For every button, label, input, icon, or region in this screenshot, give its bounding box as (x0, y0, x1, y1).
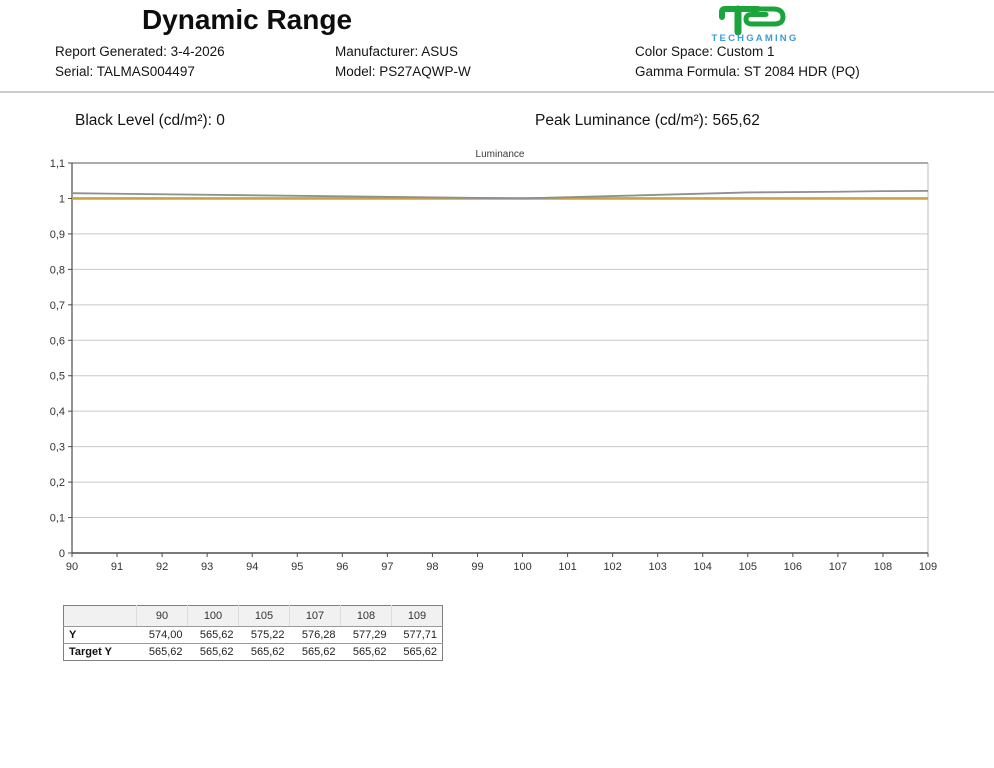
info-report-generated: Report Generated: 3-4-2026 (55, 42, 225, 62)
x-tick-label: 102 (603, 561, 621, 573)
results-table: 90100105107108109Y574,00565,62575,22576,… (63, 605, 443, 661)
table-header-cell: 108 (341, 606, 392, 627)
table-cell: 565,62 (188, 644, 239, 661)
table-cell: 576,28 (290, 627, 341, 644)
table-row: Target Y565,62565,62565,62565,62565,6256… (64, 644, 443, 661)
table-header-cell: 107 (290, 606, 341, 627)
x-tick-label: 108 (874, 561, 892, 573)
y-tick-label: 0,8 (50, 264, 65, 276)
table-header-row: 90100105107108109 (64, 606, 443, 627)
x-tick-label: 97 (381, 561, 393, 573)
table-cell: 577,29 (341, 627, 392, 644)
table-cell: 575,22 (239, 627, 290, 644)
x-tick-label: 101 (558, 561, 576, 573)
x-tick-label: 98 (426, 561, 438, 573)
report-info-middle: Manufacturer: ASUS Model: PS27AQWP-W (335, 42, 471, 82)
page-title: Dynamic Range (0, 4, 494, 36)
table-cell: 565,62 (290, 644, 341, 661)
table-header-cell: 109 (392, 606, 443, 627)
chart-title: Luminance (476, 149, 525, 160)
y-tick-label: 0,2 (50, 477, 65, 489)
info-gamma-formula: Gamma Formula: ST 2084 HDR (PQ) (635, 62, 860, 82)
table-cell: 565,62 (188, 627, 239, 644)
luminance-chart-svg: 0 0,1 0,2 0,3 0,4 0,5 0,6 0,7 0,8 0,9 1 1,1 90 91 92 93… (0, 140, 994, 595)
table-header-cell: 105 (239, 606, 290, 627)
x-tick-label: 109 (919, 561, 937, 573)
x-tick-label: 107 (829, 561, 847, 573)
y-tick-label: 0,5 (50, 371, 65, 383)
x-tick-label: 99 (471, 561, 483, 573)
table-cell: 565,62 (137, 644, 188, 661)
report-info-right: Color Space: Custom 1 Gamma Formula: ST … (635, 42, 860, 82)
x-tick-label: 96 (336, 561, 348, 573)
table-header-cell: 100 (188, 606, 239, 627)
y-tick-label: 0,4 (50, 406, 65, 418)
row-label: Target Y (64, 644, 137, 661)
info-model: Model: PS27AQWP-W (335, 62, 471, 82)
x-tick-label: 93 (201, 561, 213, 573)
x-tick-label: 103 (649, 561, 667, 573)
x-tick-label: 91 (111, 561, 123, 573)
brand-logo: TECHGAMING (680, 4, 830, 46)
table-header-cell: 90 (137, 606, 188, 627)
table-cell: 574,00 (137, 627, 188, 644)
info-color-space: Color Space: Custom 1 (635, 42, 860, 62)
table-cell: 565,62 (341, 644, 392, 661)
header-divider (0, 91, 994, 93)
report-page: Dynamic Range TECHGAMING Report Generate… (0, 0, 994, 768)
report-info-left: Report Generated: 3-4-2026 Serial: TALMA… (55, 42, 225, 82)
info-manufacturer: Manufacturer: ASUS (335, 42, 471, 62)
info-serial: Serial: TALMAS004497 (55, 62, 225, 82)
y-tick-label: 0,3 (50, 442, 65, 454)
x-tick-label: 104 (694, 561, 712, 573)
table-cell: 565,62 (392, 644, 443, 661)
x-tick-label: 100 (513, 561, 531, 573)
y-tick-label: 0,6 (50, 335, 65, 347)
x-tick-label: 94 (246, 561, 258, 573)
peak-luminance-label: Peak Luminance (cd/m²): 565,62 (535, 112, 760, 130)
table-cell: 577,71 (392, 627, 443, 644)
row-label: Y (64, 627, 137, 644)
x-tick-label: 105 (739, 561, 757, 573)
brand-mark-icon (722, 9, 783, 32)
y-tick-label: 0,7 (50, 300, 65, 312)
y-tick-label: 0 (59, 548, 65, 560)
y-tick-label: 0,9 (50, 229, 65, 241)
table-corner-cell (64, 606, 137, 627)
x-tick-label: 92 (156, 561, 168, 573)
x-tick-label: 106 (784, 561, 802, 573)
x-tick-label: 95 (291, 561, 303, 573)
x-tick-label: 90 (66, 561, 78, 573)
black-level-label: Black Level (cd/m²): 0 (75, 112, 225, 130)
table-cell: 565,62 (239, 644, 290, 661)
table-row: Y574,00565,62575,22576,28577,29577,71 (64, 627, 443, 644)
y-tick-label: 0,1 (50, 513, 65, 525)
y-tick-label: 1,1 (50, 158, 65, 170)
y-tick-label: 1 (59, 193, 65, 205)
